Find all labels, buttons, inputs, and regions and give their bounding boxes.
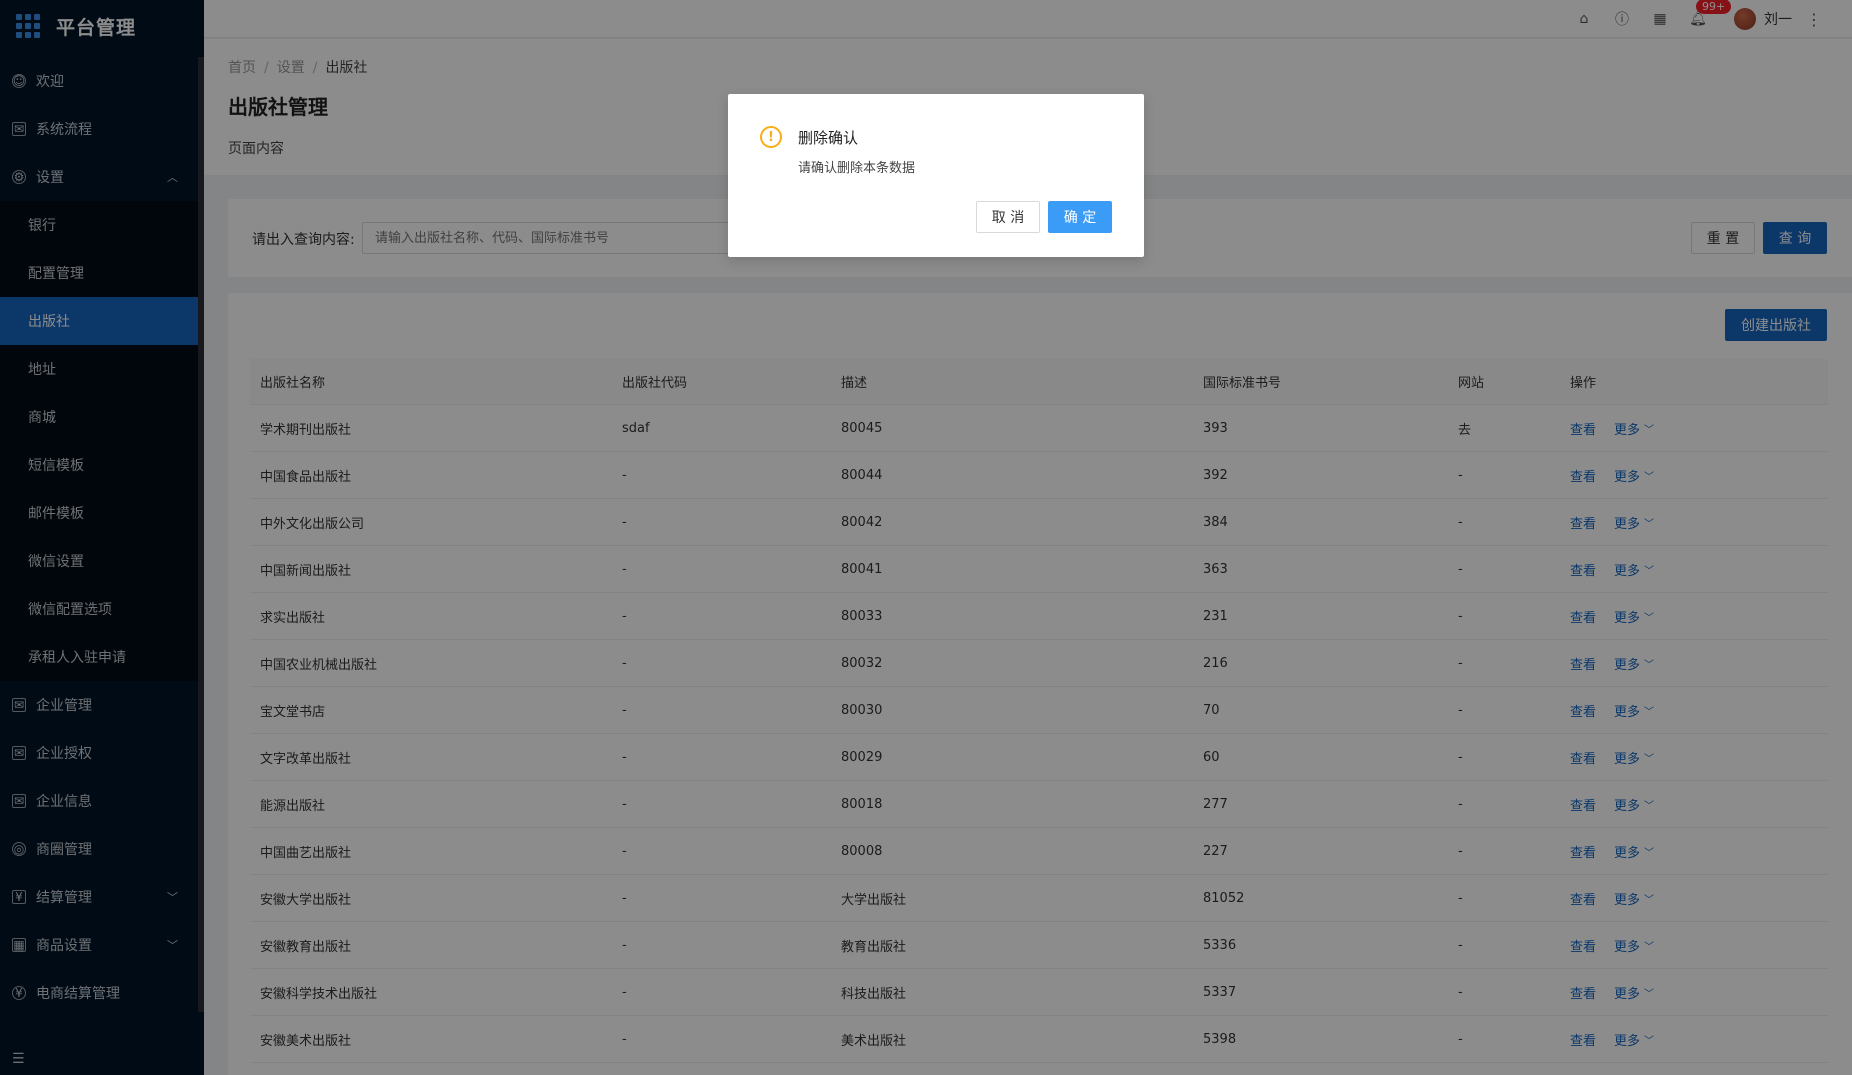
exclamation-circle-icon: !: [760, 126, 782, 148]
modal-title: 删除确认: [798, 129, 859, 147]
cancel-button[interactable]: 取 消: [976, 201, 1040, 233]
modal-content: 请确认删除本条数据: [798, 161, 916, 176]
delete-confirm-modal: ! 删除确认 请确认删除本条数据 取 消 确 定: [728, 94, 1144, 257]
confirm-button[interactable]: 确 定: [1048, 201, 1112, 233]
